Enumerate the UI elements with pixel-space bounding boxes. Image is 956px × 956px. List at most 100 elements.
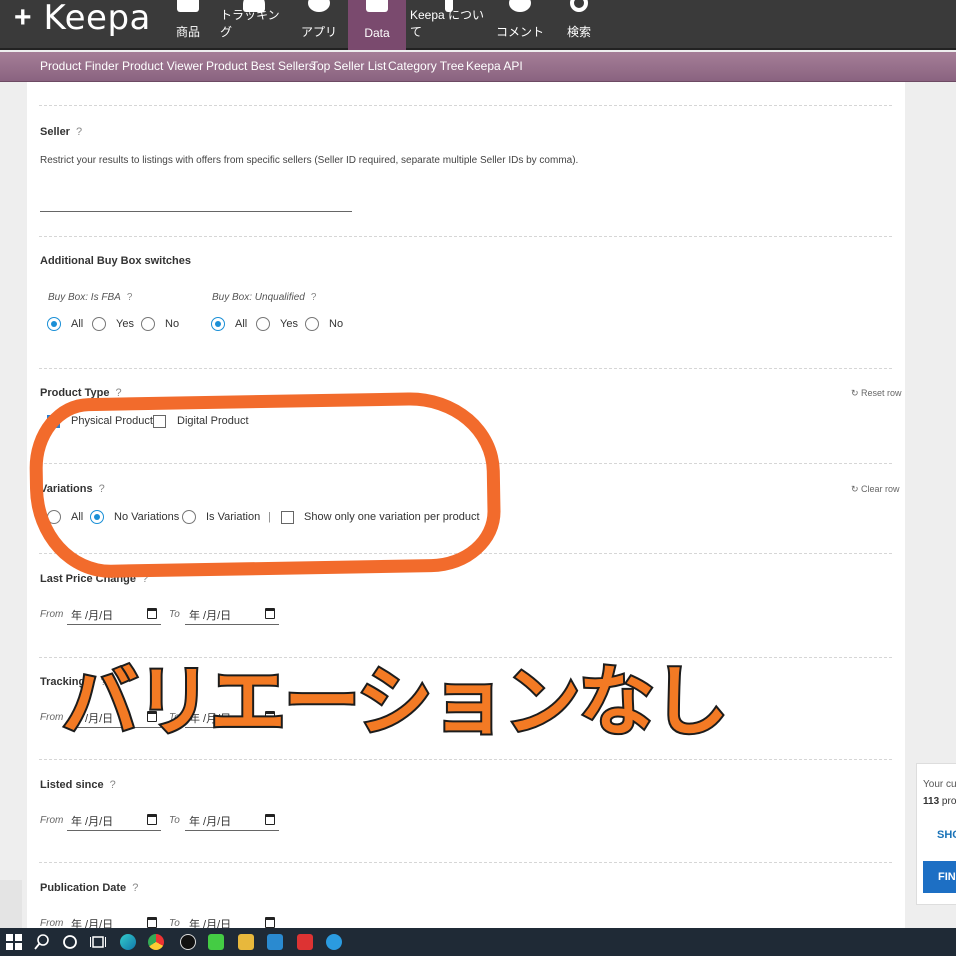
- comment-icon: [509, 0, 531, 12]
- divider: [39, 759, 892, 760]
- line-app-icon[interactable]: [208, 934, 224, 950]
- reset-row-label: Reset row: [861, 388, 902, 398]
- results-summary-text: Your cu: [923, 779, 956, 790]
- app-red-icon[interactable]: [297, 934, 313, 950]
- subnav-product-viewer[interactable]: Product Viewer: [122, 59, 203, 73]
- listed-since-title-text: Listed since: [40, 779, 104, 791]
- last-price-change-from-date[interactable]: 年 /月/日: [67, 605, 161, 625]
- twitter-icon[interactable]: [326, 934, 342, 950]
- buybox-unqualified-label: Buy Box: Unqualified?: [212, 292, 316, 303]
- buybox-fba-label-text: Buy Box: Is FBA: [48, 292, 121, 303]
- listed-since-title: Listed since?: [40, 779, 116, 791]
- listed-since-from-date[interactable]: 年 /月/日: [67, 811, 161, 831]
- results-count: 113 pro: [923, 796, 956, 807]
- to-label: To: [169, 815, 180, 826]
- publication-date-title: Publication Date?: [40, 882, 138, 894]
- calendar-icon: [147, 608, 157, 619]
- product-icon: [177, 0, 199, 12]
- calendar-icon: [265, 917, 275, 928]
- date-placeholder: 年 /月/日: [71, 610, 114, 622]
- help-icon[interactable]: ?: [311, 292, 317, 303]
- sub-navigation: Product Finder Product Viewer Product Be…: [0, 52, 956, 82]
- windows-start-icon[interactable]: [6, 934, 22, 950]
- search-icon[interactable]: [34, 934, 50, 950]
- option-label: All: [71, 318, 84, 330]
- cortana-icon[interactable]: [62, 934, 78, 950]
- task-view-icon[interactable]: [90, 934, 106, 950]
- keepa-logo[interactable]: + Keepa: [14, 0, 151, 38]
- calendar-icon: [147, 814, 157, 825]
- calendar-icon: [265, 814, 275, 825]
- nav-item-comment[interactable]: コメント: [494, 0, 546, 50]
- buybox-title: Additional Buy Box switches: [40, 255, 191, 267]
- divider: [39, 105, 892, 106]
- subnav-product-finder[interactable]: Product Finder: [40, 59, 119, 73]
- info-icon: [445, 0, 453, 12]
- date-placeholder: 年 /月/日: [189, 610, 232, 622]
- buybox-unqualified-yes-radio[interactable]: [256, 317, 270, 331]
- nav-item-apps[interactable]: アプリ: [298, 0, 340, 50]
- date-placeholder: 年 /月/日: [71, 816, 114, 828]
- option-label: All: [235, 318, 248, 330]
- nav-item-search[interactable]: 検索: [560, 0, 598, 50]
- annotation-highlight-circle: [28, 390, 502, 580]
- nav-label: コメント: [495, 25, 544, 39]
- results-count-value: 113: [923, 796, 940, 807]
- subnav-product-best-sellers[interactable]: Product Best Sellers: [206, 59, 315, 73]
- edge-browser-icon[interactable]: [120, 934, 136, 950]
- results-count-suffix: pro: [941, 796, 956, 807]
- seller-id-input[interactable]: [40, 194, 352, 212]
- photos-app-icon[interactable]: [267, 934, 283, 950]
- to-label: To: [169, 609, 180, 620]
- download-icon: [308, 0, 330, 12]
- last-price-change-to-date[interactable]: 年 /月/日: [185, 605, 279, 625]
- buybox-fba-label: Buy Box: Is FBA?: [48, 292, 132, 303]
- help-icon[interactable]: ?: [127, 292, 133, 303]
- nav-item-product[interactable]: 商品: [166, 0, 210, 50]
- subnav-keepa-api[interactable]: Keepa API: [466, 59, 523, 73]
- subnav-category-tree[interactable]: Category Tree: [388, 59, 464, 73]
- nav-item-tracking[interactable]: トラッキング: [220, 0, 288, 50]
- data-cube-icon: [366, 0, 388, 12]
- nav-item-data[interactable]: Data: [348, 0, 406, 50]
- clear-row-label: Clear row: [861, 484, 900, 494]
- divider: [39, 236, 892, 237]
- bell-icon: [243, 0, 265, 12]
- divider: [39, 368, 892, 369]
- listed-since-to-date[interactable]: 年 /月/日: [185, 811, 279, 831]
- nav-label: 商品: [175, 25, 200, 39]
- date-placeholder: 年 /月/日: [189, 816, 232, 828]
- subnav-top-seller-list[interactable]: Top Seller List: [311, 59, 386, 73]
- option-label: No: [165, 318, 180, 330]
- chrome-browser-icon[interactable]: [148, 934, 164, 950]
- reset-row-button[interactable]: ↻ Reset row: [851, 388, 902, 399]
- annotation-caption: バリエーションなし: [60, 655, 730, 748]
- seller-title-text: Seller: [40, 126, 70, 138]
- results-panel: Your cu 113 pro SHO FIN: [916, 763, 956, 905]
- from-label: From: [40, 815, 64, 826]
- clear-row-button[interactable]: ↻ Clear row: [851, 484, 900, 495]
- seller-description: Restrict your results to listings with o…: [40, 155, 579, 166]
- nav-label: アプリ: [300, 25, 337, 39]
- seller-title: Seller?: [40, 126, 82, 138]
- buybox-fba-all-radio[interactable]: [47, 317, 61, 331]
- buybox-fba-no-radio[interactable]: [141, 317, 155, 331]
- page-gutter: [0, 880, 22, 930]
- option-label: Yes: [116, 318, 134, 330]
- show-results-button[interactable]: SHO: [937, 829, 956, 841]
- find-products-button[interactable]: FIN: [923, 861, 956, 893]
- help-icon[interactable]: ?: [110, 779, 116, 791]
- calendar-icon: [265, 608, 275, 619]
- nav-item-about[interactable]: Keepa について: [410, 0, 488, 50]
- search-icon: [570, 0, 588, 12]
- publication-date-title-text: Publication Date: [40, 882, 127, 894]
- app-g-icon[interactable]: [180, 934, 196, 950]
- windows-taskbar: [0, 928, 956, 956]
- help-icon[interactable]: ?: [132, 882, 138, 894]
- file-explorer-icon[interactable]: [238, 934, 254, 950]
- buybox-unqualified-all-radio[interactable]: [211, 317, 225, 331]
- help-icon[interactable]: ?: [76, 126, 82, 138]
- buybox-unqualified-no-radio[interactable]: [305, 317, 319, 331]
- buybox-fba-yes-radio[interactable]: [92, 317, 106, 331]
- brand-name: Keepa: [43, 0, 151, 38]
